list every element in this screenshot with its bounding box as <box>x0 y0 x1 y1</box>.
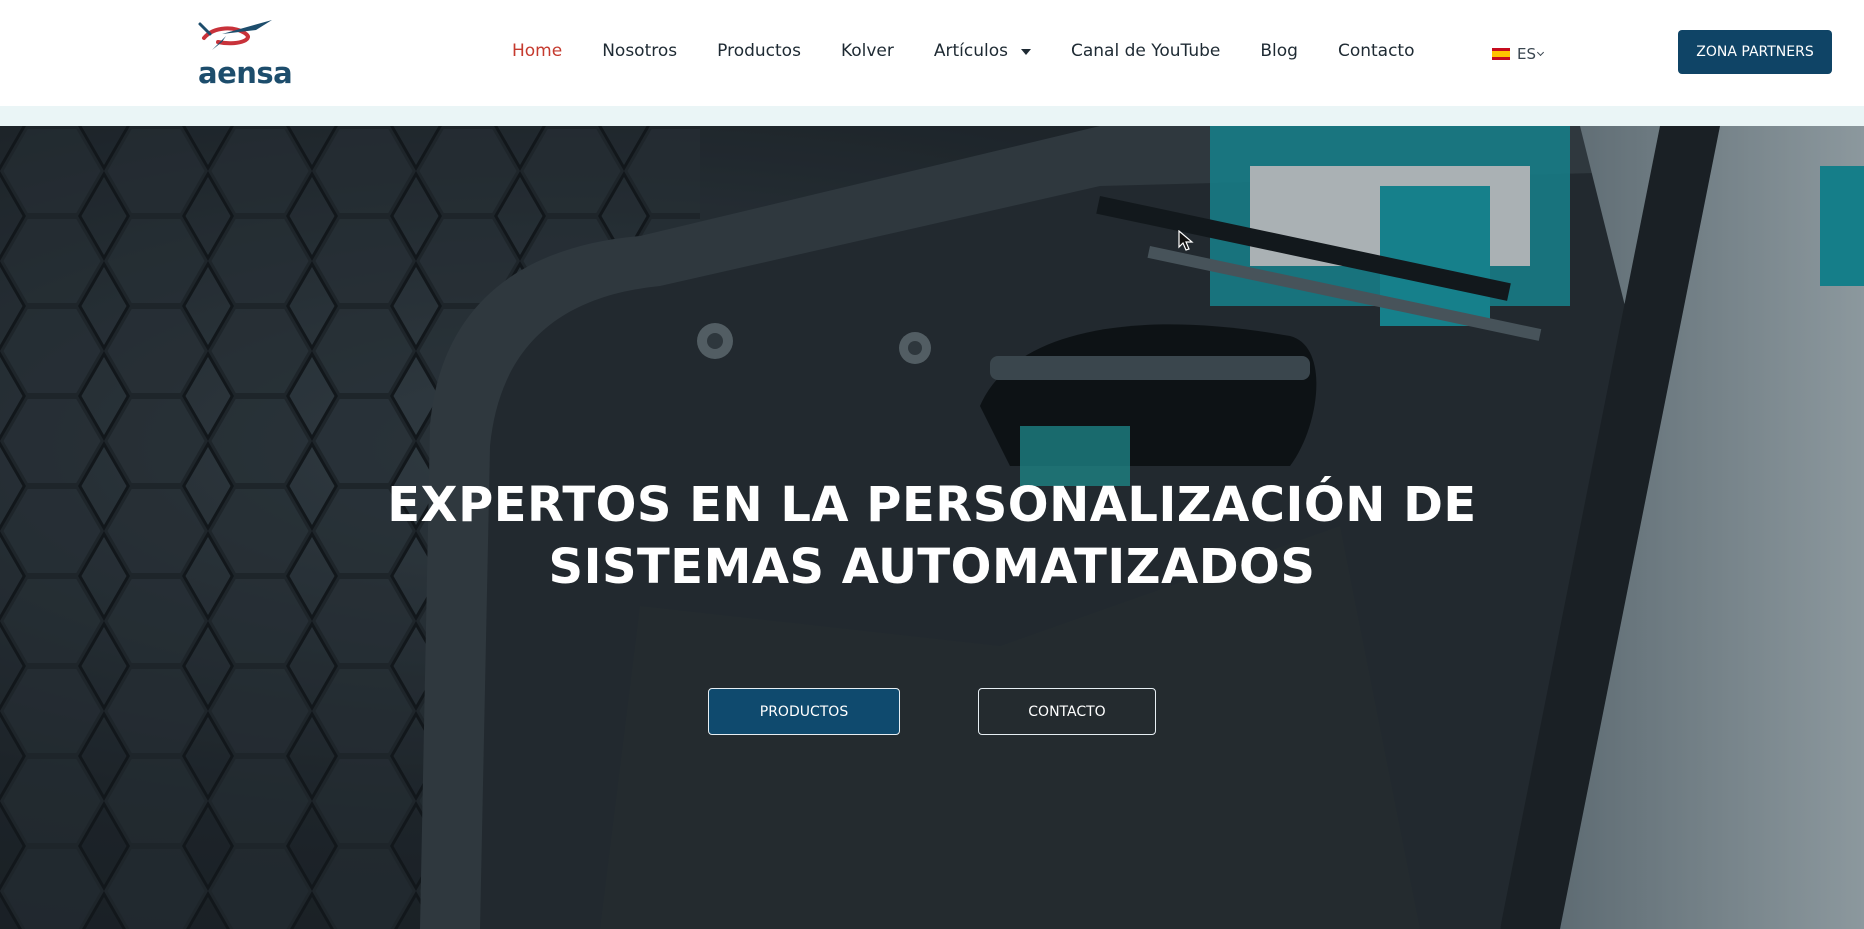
nav-home[interactable]: Home <box>512 41 562 61</box>
nav-blog[interactable]: Blog <box>1260 41 1298 61</box>
language-selector[interactable]: ES <box>1492 44 1545 64</box>
zona-partners-button[interactable]: ZONA PARTNERS <box>1678 30 1832 74</box>
nav-contacto[interactable]: Contacto <box>1338 41 1415 61</box>
productos-button[interactable]: PRODUCTOS <box>708 688 900 735</box>
mouse-cursor-icon <box>1178 230 1194 251</box>
header-divider-strip <box>0 106 1864 126</box>
hero-title-line1: EXPERTOS EN LA PERSONALIZACIÓN DE <box>387 477 1477 533</box>
spain-flag-icon <box>1492 48 1510 60</box>
logo-text: aensa <box>198 56 293 90</box>
caret-down-icon <box>1020 49 1031 55</box>
nav-youtube[interactable]: Canal de YouTube <box>1071 41 1220 61</box>
hero-title-line2: SISTEMAS AUTOMATIZADOS <box>548 539 1316 595</box>
nav-nosotros[interactable]: Nosotros <box>602 41 677 61</box>
nav-productos[interactable]: Productos <box>717 41 801 61</box>
language-code: ES <box>1517 45 1536 63</box>
nav-kolver[interactable]: Kolver <box>841 41 894 61</box>
nav-articulos[interactable]: Artículos <box>934 41 1031 61</box>
aensa-logo[interactable]: aensa <box>196 16 293 90</box>
site-header: aensa Home Nosotros Productos Kolver Art… <box>0 0 1864 106</box>
contacto-button[interactable]: CONTACTO <box>978 688 1156 735</box>
nav-articulos-label: Artículos <box>933 41 1008 61</box>
hero-section: EXPERTOS EN LA PERSONALIZACIÓN DE SISTEM… <box>0 126 1864 929</box>
hero-title: EXPERTOS EN LA PERSONALIZACIÓN DE SISTEM… <box>232 474 1632 598</box>
chevron-down-icon <box>1536 48 1545 56</box>
main-nav: Home Nosotros Productos Kolver Artículos… <box>512 36 1455 66</box>
